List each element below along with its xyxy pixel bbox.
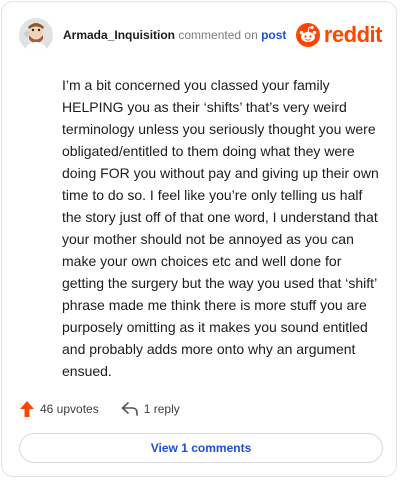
reply-count: 1 reply xyxy=(143,402,180,416)
reddit-logo[interactable]: reddit xyxy=(295,22,383,48)
reply-button[interactable]: 1 reply xyxy=(121,401,180,417)
comment-card: Armada_Inquisition commented on post red… xyxy=(1,1,397,477)
username[interactable]: Armada_Inquisition xyxy=(63,28,175,42)
avatar[interactable] xyxy=(19,18,53,52)
user-avatar-icon xyxy=(19,18,53,52)
comment-header: Armada_Inquisition commented on post red… xyxy=(19,16,383,54)
brand-wordmark: reddit xyxy=(323,22,383,47)
comment-meta: Armada_Inquisition commented on post xyxy=(63,28,286,42)
reddit-snoo-icon xyxy=(295,23,320,47)
upvote-button[interactable]: 46 upvotes xyxy=(19,400,99,418)
view-comments-button[interactable]: View 1 comments xyxy=(19,433,383,463)
reply-arrow-icon xyxy=(121,402,138,416)
upvote-count: 46 upvotes xyxy=(40,402,99,416)
post-link[interactable]: post xyxy=(261,28,286,42)
comment-body: I’m a bit concerned you classed your fam… xyxy=(62,77,379,379)
upvote-arrow-icon xyxy=(20,401,34,417)
action-text: commented on xyxy=(178,28,258,42)
comment-actions: 46 upvotes 1 reply xyxy=(19,398,202,420)
